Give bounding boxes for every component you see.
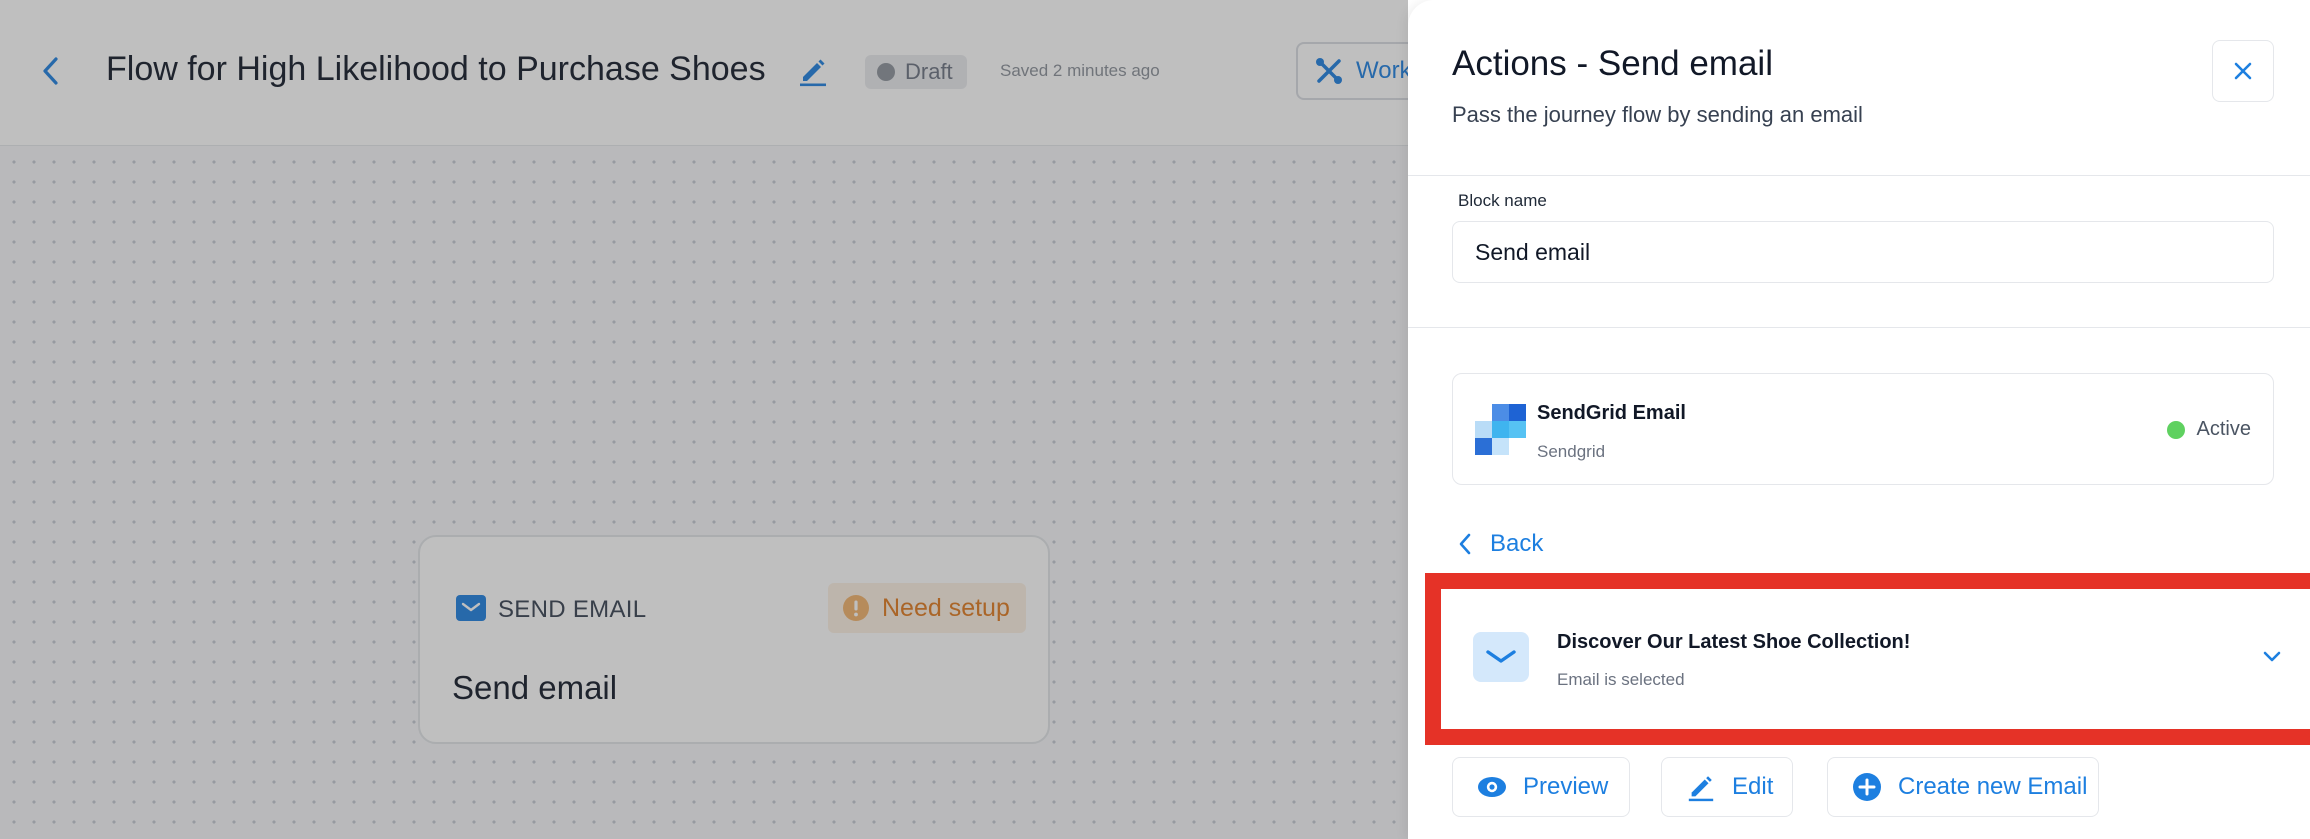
back-link[interactable]: Back — [1458, 530, 1543, 558]
journey-builder: Flow for High Likelihood to Purchase Sho… — [0, 0, 2310, 839]
divider — [1408, 327, 2310, 328]
plus-circle-icon — [1853, 773, 1881, 801]
envelope-icon — [1486, 650, 1516, 663]
actions-side-panel: Actions - Send email Pass the journey fl… — [1408, 0, 2310, 839]
chevron-left-icon — [1459, 533, 1471, 555]
selected-email-card[interactable]: Discover Our Latest Shoe Collection! Ema… — [1441, 589, 2310, 729]
edit-label: Edit — [1732, 773, 1774, 800]
provider-name: SendGrid Email — [1537, 402, 1686, 424]
panel-subtitle: Pass the journey flow by sending an emai… — [1452, 102, 1863, 127]
divider — [1408, 175, 2310, 176]
back-label: Back — [1490, 530, 1544, 557]
email-subtitle: Email is selected — [1557, 670, 1685, 689]
block-name-input[interactable] — [1452, 221, 2274, 283]
edit-button[interactable]: Edit — [1661, 757, 1793, 817]
provider-subtitle: Sendgrid — [1537, 442, 1606, 461]
panel-title: Actions - Send email — [1452, 44, 1773, 83]
close-button[interactable] — [2212, 40, 2274, 102]
pencil-icon — [1688, 776, 1714, 802]
sendgrid-logo — [1475, 404, 1526, 455]
eye-icon — [1478, 777, 1506, 797]
email-title: Discover Our Latest Shoe Collection! — [1557, 631, 1911, 653]
active-dot — [2166, 420, 2185, 439]
provider-status-label: Active — [2196, 418, 2251, 440]
chevron-down-icon[interactable] — [2261, 645, 2283, 667]
provider-card: SendGrid Email Sendgrid Active — [1452, 373, 2274, 485]
close-icon — [2234, 62, 2252, 80]
create-new-email-label: Create new Email — [1898, 773, 2088, 800]
create-new-email-button[interactable]: Create new Email — [1827, 757, 2099, 817]
preview-label: Preview — [1523, 773, 1609, 800]
email-icon-box — [1473, 632, 1529, 682]
modal-overlay[interactable] — [0, 0, 1408, 839]
provider-status: Active — [2166, 418, 2251, 441]
block-name-label: Block name — [1458, 191, 1547, 210]
preview-button[interactable]: Preview — [1452, 757, 1630, 817]
